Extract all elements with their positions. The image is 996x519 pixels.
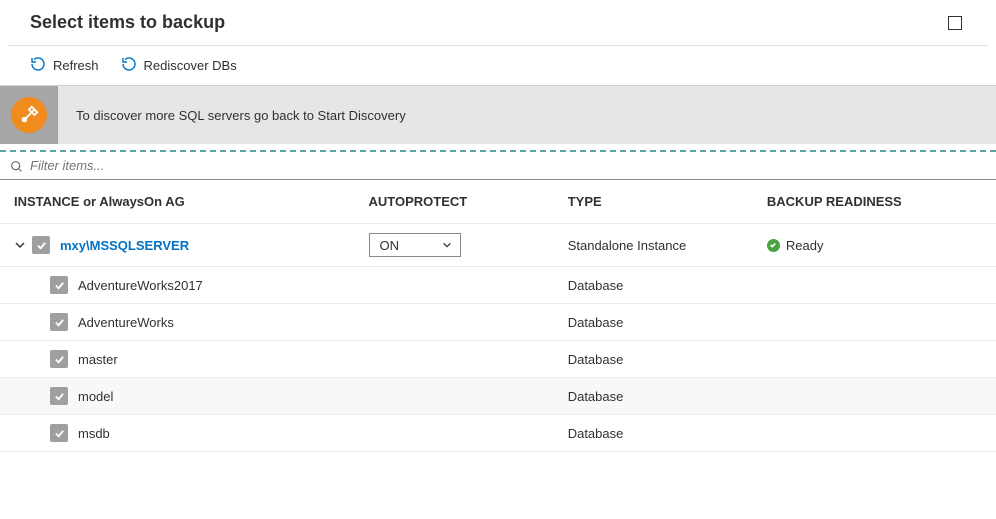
database-row: AdventureWorks2017 Database xyxy=(0,267,996,304)
database-name[interactable]: model xyxy=(78,389,113,404)
database-checkbox[interactable] xyxy=(50,387,68,405)
check-circle-icon xyxy=(767,239,780,252)
chevron-down-icon xyxy=(442,238,452,253)
info-banner: To discover more SQL servers go back to … xyxy=(0,85,996,144)
instance-type: Standalone Instance xyxy=(568,238,687,253)
database-checkbox[interactable] xyxy=(50,313,68,331)
col-readiness[interactable]: BACKUP READINESS xyxy=(767,180,996,224)
database-type: Database xyxy=(568,315,624,330)
info-text: To discover more SQL servers go back to … xyxy=(58,108,406,123)
instance-row: mxy\MSSQLSERVER ON Standalone Instance R… xyxy=(0,224,996,267)
instance-checkbox[interactable] xyxy=(32,236,50,254)
refresh-label: Refresh xyxy=(53,58,99,73)
refresh-button[interactable]: Refresh xyxy=(30,56,99,75)
database-row: master Database xyxy=(0,341,996,378)
database-checkbox[interactable] xyxy=(50,350,68,368)
database-row: AdventureWorks Database xyxy=(0,304,996,341)
rediscover-button[interactable]: Rediscover DBs xyxy=(121,56,237,75)
database-name[interactable]: msdb xyxy=(78,426,110,441)
database-checkbox[interactable] xyxy=(50,276,68,294)
rediscover-icon xyxy=(121,56,137,75)
database-type: Database xyxy=(568,278,624,293)
database-name[interactable]: master xyxy=(78,352,118,367)
filter-input[interactable] xyxy=(8,158,988,173)
database-name[interactable]: AdventureWorks2017 xyxy=(78,278,203,293)
database-type: Database xyxy=(568,352,624,367)
database-name[interactable]: AdventureWorks xyxy=(78,315,174,330)
database-checkbox[interactable] xyxy=(50,424,68,442)
autoprotect-select[interactable]: ON xyxy=(369,233,461,257)
maximize-icon[interactable] xyxy=(948,16,962,30)
col-type[interactable]: TYPE xyxy=(568,180,767,224)
tools-icon xyxy=(0,86,58,144)
page-title: Select items to backup xyxy=(30,12,225,33)
autoprotect-value: ON xyxy=(380,238,400,253)
instance-name[interactable]: mxy\MSSQLSERVER xyxy=(60,238,189,253)
readiness-cell: Ready xyxy=(767,238,986,253)
col-instance[interactable]: INSTANCE or AlwaysOn AG xyxy=(0,180,369,224)
database-type: Database xyxy=(568,389,624,404)
readiness-text: Ready xyxy=(786,238,824,253)
rediscover-label: Rediscover DBs xyxy=(144,58,237,73)
database-row: model Database xyxy=(0,378,996,415)
database-row: msdb Database xyxy=(0,415,996,452)
col-autoprotect[interactable]: AUTOPROTECT xyxy=(369,180,568,224)
database-type: Database xyxy=(568,426,624,441)
filter-wrapper xyxy=(0,152,996,180)
chevron-down-icon[interactable] xyxy=(14,239,26,251)
refresh-icon xyxy=(30,56,46,75)
